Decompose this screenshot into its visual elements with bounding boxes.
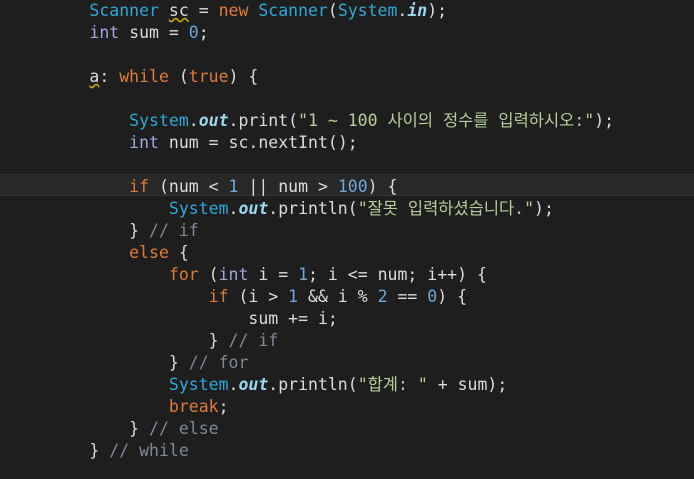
code-line[interactable]: sum += i; [0, 308, 614, 330]
code-line[interactable]: } // else [0, 418, 614, 440]
code-line[interactable]: int num = sc.nextInt(); [0, 132, 614, 154]
code-line[interactable]: } // if [0, 220, 614, 242]
code-line[interactable] [0, 44, 614, 66]
code-line[interactable]: if (num < 1 || num > 100) { [0, 176, 614, 198]
code-line[interactable]: a: while (true) { [0, 66, 614, 88]
code-area[interactable]: Scanner sc = new Scanner(System.in); int… [0, 0, 614, 462]
code-editor[interactable]: Scanner sc = new Scanner(System.in); int… [0, 0, 694, 479]
code-line[interactable]: } // while [0, 440, 614, 462]
code-line[interactable]: Scanner sc = new Scanner(System.in); [0, 0, 614, 22]
code-line[interactable] [0, 154, 614, 176]
code-line[interactable]: for (int i = 1; i <= num; i++) { [0, 264, 614, 286]
code-line[interactable]: System.out.println("잘못 입력하셨습니다."); [0, 198, 614, 220]
code-line[interactable]: } // if [0, 330, 614, 352]
code-line[interactable]: System.out.println("합계: " + sum); [0, 374, 614, 396]
code-line[interactable]: System.out.print("1 ~ 100 사이의 정수를 입력하시오:… [0, 110, 614, 132]
code-line[interactable] [0, 88, 614, 110]
code-line[interactable]: break; [0, 396, 614, 418]
code-line[interactable]: else { [0, 242, 614, 264]
code-line[interactable]: if (i > 1 && i % 2 == 0) { [0, 286, 614, 308]
code-line[interactable]: } // for [0, 352, 614, 374]
code-line[interactable]: int sum = 0; [0, 22, 614, 44]
